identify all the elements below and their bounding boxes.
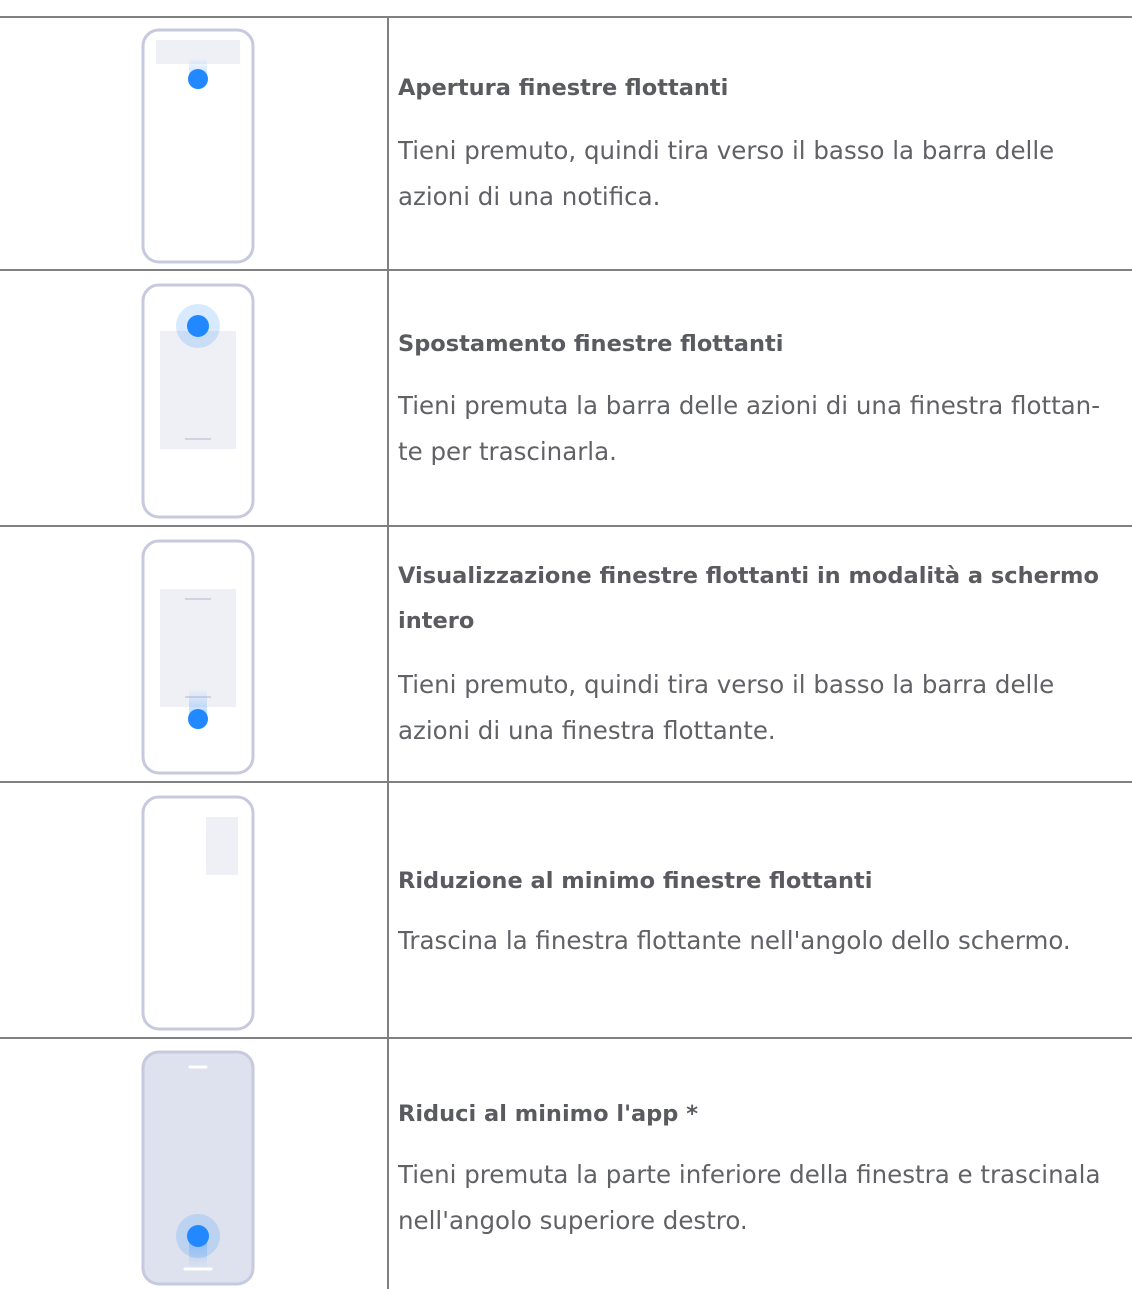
phone-minimize-window-icon: [141, 795, 255, 1031]
description-line: azioni di una finestra flottante.: [398, 716, 776, 745]
table-row: Apertura finestre flottanti Tieni premut…: [0, 16, 1132, 269]
phone-drag-floating-window-icon: [141, 283, 255, 519]
title-line: Visualizzazione finestre flottanti in mo…: [398, 563, 1099, 589]
description-line: Tieni premuto, quindi tira verso il bass…: [398, 136, 1055, 165]
description-line: Tieni premuto, quindi tira verso il bass…: [398, 670, 1055, 699]
phone-notification-pull-down-icon: [141, 28, 255, 264]
description-line: azioni di una notifica.: [398, 182, 661, 211]
row-title: Visualizzazione finestre flottanti in mo…: [398, 557, 1128, 640]
row-title: Riduci al minimo l'app *: [398, 1101, 698, 1127]
row-description: Trascina la finestra flottante nell'ango…: [398, 918, 1128, 964]
description-line: Trascina la finestra flottante nell'ango…: [398, 926, 1071, 955]
table-row: Visualizzazione finestre flottanti in mo…: [0, 525, 1132, 781]
description-line: nell'angolo superiore destro.: [398, 1206, 748, 1235]
title-line: intero: [398, 608, 475, 634]
description-line: Tieni premuta la parte inferiore della f…: [398, 1160, 1101, 1189]
description-line: te per trascinarla.: [398, 437, 617, 466]
row-description: Tieni premuta la parte inferiore della f…: [398, 1152, 1128, 1244]
row-title: Apertura finestre flottanti: [398, 75, 729, 101]
table-row: Spostamento finestre flottanti Tieni pre…: [0, 269, 1132, 525]
phone-minimize-app-icon: [141, 1050, 255, 1286]
phone-fullscreen-window-icon: [141, 539, 255, 775]
table-row: Riduzione al minimo finestre flottanti T…: [0, 781, 1132, 1037]
row-description: Tieni premuto, quindi tira verso il bass…: [398, 662, 1128, 754]
row-title: Riduzione al minimo finestre flottanti: [398, 868, 873, 894]
description-line: Tieni premuta la barra delle azioni di u…: [398, 391, 1101, 420]
row-title: Spostamento finestre flottanti: [398, 331, 784, 357]
row-description: Tieni premuta la barra delle azioni di u…: [398, 383, 1128, 475]
row-description: Tieni premuto, quindi tira verso il bass…: [398, 128, 1128, 220]
table-row: Riduci al minimo l'app * Tieni premuta l…: [0, 1037, 1132, 1289]
